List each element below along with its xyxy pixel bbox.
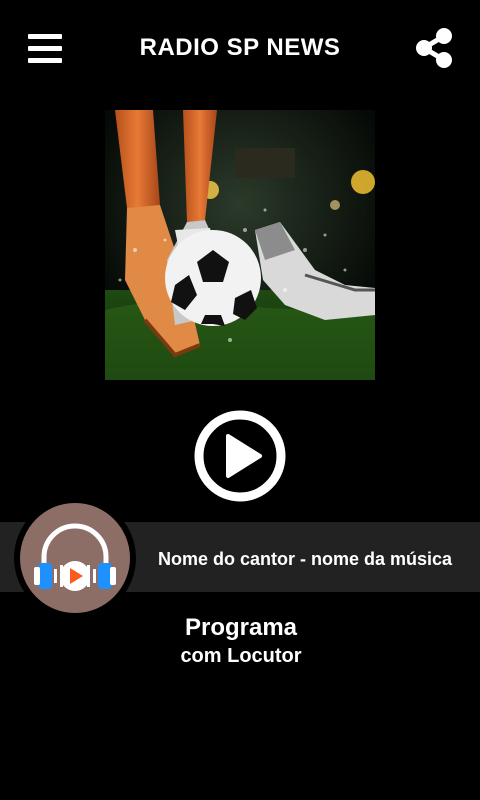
station-logo bbox=[14, 497, 136, 619]
share-icon bbox=[416, 28, 452, 68]
headphones-play-logo bbox=[34, 523, 116, 591]
track-info: Nome do cantor - nome da música bbox=[158, 549, 453, 569]
logo-background bbox=[20, 503, 130, 613]
play-button[interactable] bbox=[194, 410, 286, 502]
play-icon bbox=[194, 410, 286, 502]
cover-image bbox=[105, 110, 375, 380]
share-button[interactable] bbox=[412, 26, 456, 70]
soccer-image bbox=[105, 110, 375, 380]
top-bar: RADIO SP NEWS bbox=[0, 0, 480, 100]
program-title: Programa bbox=[184, 614, 298, 641]
app-title: RADIO SP NEWS bbox=[139, 34, 341, 61]
program-host: com Locutor bbox=[180, 645, 302, 667]
